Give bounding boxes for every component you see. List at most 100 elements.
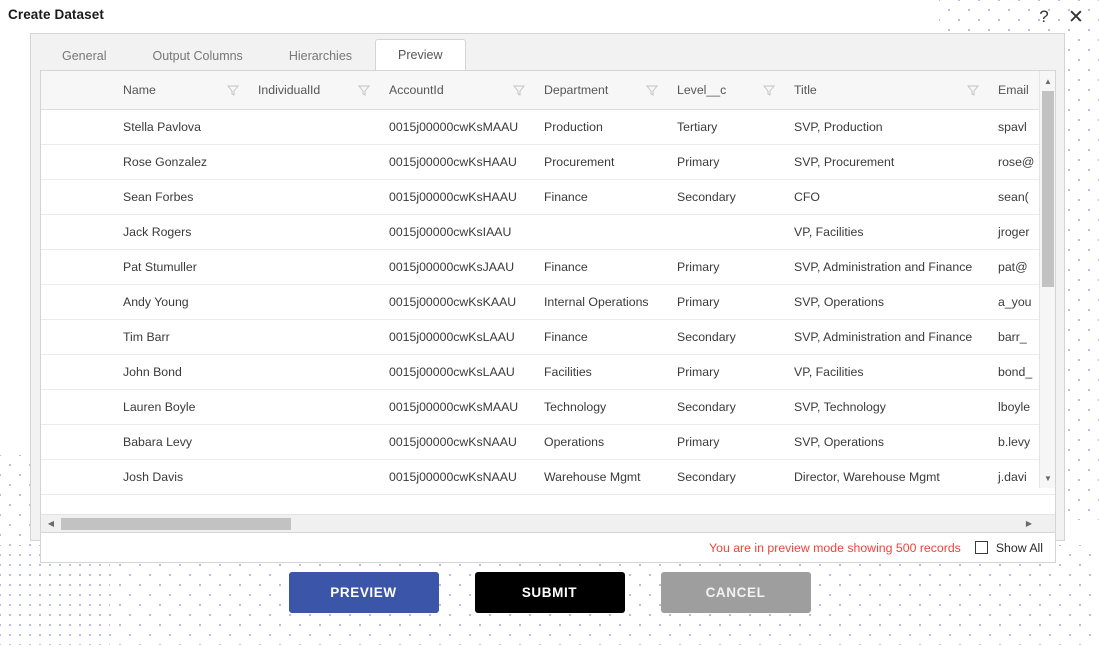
row-gutter-cell [41, 354, 113, 390]
cell-title: VP, Facilities [784, 354, 988, 390]
cell-accountid: 0015j00000cwKsNAAU [379, 424, 534, 460]
cell-department: Technology [534, 389, 667, 425]
cell-name: Tim Barr [113, 319, 248, 355]
table-row[interactable]: John Bond 0015j00000cwKsLAAU Facilities Pri… [41, 354, 1055, 390]
cell-individualid [248, 389, 379, 425]
column-header-label: Email [998, 83, 1029, 97]
cell-level: Tertiary [667, 109, 784, 145]
cell-individualid [248, 249, 379, 285]
grid-viewport: Name IndividualId AccountId Department L… [41, 71, 1055, 503]
cell-department [534, 214, 667, 250]
table-row[interactable]: Tim Barr 0015j00000cwKsLAAU Finance Seconda… [41, 319, 1055, 355]
tab-preview[interactable]: Preview [375, 39, 466, 70]
cell-name: Rose Gonzalez [113, 144, 248, 180]
cell-department: Warehouse Mgmt [534, 459, 667, 495]
row-gutter-cell [41, 424, 113, 460]
tab-output-columns[interactable]: Output Columns [129, 40, 265, 70]
dialog-panel: General Output Columns Hierarchies Previ… [30, 33, 1065, 563]
cell-individualid [248, 354, 379, 390]
help-icon[interactable]: ? [1033, 6, 1055, 28]
row-gutter-cell [41, 109, 113, 145]
submit-button[interactable]: SUBMIT [474, 572, 625, 613]
horizontal-scrollbar[interactable]: ◀ ▶ [41, 514, 1055, 532]
close-icon[interactable]: ✕ [1065, 6, 1087, 28]
cell-name: Sean Forbes [113, 179, 248, 215]
tab-general[interactable]: General [39, 40, 129, 70]
cell-individualid [248, 144, 379, 180]
scroll-right-icon[interactable]: ▶ [1021, 515, 1037, 532]
column-header-name[interactable]: Name [113, 71, 248, 110]
cell-name: Andy Young [113, 284, 248, 320]
table-row[interactable]: Sean Forbes 0015j00000cwKsHAAU Finance Seco… [41, 179, 1055, 215]
cell-department: Procurement [534, 144, 667, 180]
row-gutter-cell [41, 249, 113, 285]
column-header-title[interactable]: Title [784, 71, 988, 110]
tab-bar: General Output Columns Hierarchies Previ… [31, 34, 1064, 70]
filter-icon[interactable] [512, 83, 526, 97]
vertical-scrollbar-thumb[interactable] [1042, 91, 1054, 287]
cell-level: Primary [667, 424, 784, 460]
cell-name: Jack Rogers [113, 214, 248, 250]
show-all-checkbox[interactable] [974, 541, 988, 554]
row-gutter-cell [41, 319, 113, 355]
dialog-titlebar: Create Dataset ? ✕ [0, 0, 1099, 32]
cell-title: CFO [784, 179, 988, 215]
scroll-down-icon[interactable]: ▼ [1040, 470, 1056, 486]
cell-title: Director, Warehouse Mgmt [784, 459, 988, 495]
cell-department: Facilities [534, 354, 667, 390]
column-header-department[interactable]: Department [534, 71, 667, 110]
data-table: Name IndividualId AccountId Department L… [41, 71, 1055, 495]
show-all-label[interactable]: Show All [996, 541, 1043, 555]
cell-individualid [248, 459, 379, 495]
tab-hierarchies[interactable]: Hierarchies [266, 40, 375, 70]
scroll-up-icon[interactable]: ▲ [1040, 73, 1056, 89]
cell-level: Primary [667, 354, 784, 390]
row-gutter-cell [41, 144, 113, 180]
cell-department: Operations [534, 424, 667, 460]
table-row[interactable]: Stella Pavlova 0015j00000cwKsMAAU Producti… [41, 109, 1055, 145]
cell-individualid [248, 424, 379, 460]
cell-level: Secondary [667, 179, 784, 215]
vertical-scrollbar[interactable]: ▲ ▼ [1039, 71, 1055, 488]
cell-department: Finance [534, 249, 667, 285]
filter-icon[interactable] [762, 83, 776, 97]
column-header-label: Level__c [677, 83, 727, 97]
cell-title: SVP, Administration and Finance [784, 319, 988, 355]
cell-accountid: 0015j00000cwKsKAAU [379, 284, 534, 320]
column-header-level[interactable]: Level__c [667, 71, 784, 110]
table-row[interactable]: Babara Levy 0015j00000cwKsNAAU Operations P… [41, 424, 1055, 460]
column-header-label: Title [794, 83, 817, 97]
row-gutter-cell [41, 459, 113, 495]
table-row[interactable]: Rose Gonzalez 0015j00000cwKsHAAU Procureme… [41, 144, 1055, 180]
row-gutter-cell [41, 214, 113, 250]
cell-title: SVP, Operations [784, 284, 988, 320]
column-header-individualid[interactable]: IndividualId [248, 71, 379, 110]
preview-mode-message: You are in preview mode showing 500 reco… [709, 540, 961, 555]
horizontal-scrollbar-thumb[interactable] [61, 518, 291, 530]
table-row[interactable]: Pat Stumuller 0015j00000cwKsJAAU Finance Pr… [41, 249, 1055, 285]
cell-name: Babara Levy [113, 424, 248, 460]
dialog-footer: PREVIEW SUBMIT CANCEL [0, 570, 1099, 615]
table-row[interactable]: Josh Davis 0015j00000cwKsNAAU Warehouse Mg… [41, 459, 1055, 495]
column-header-accountid[interactable]: AccountId [379, 71, 534, 110]
table-row[interactable]: Jack Rogers 0015j00000cwKsIAAU VP, Facilit… [41, 214, 1055, 250]
filter-icon[interactable] [966, 83, 980, 97]
cell-name: Stella Pavlova [113, 109, 248, 145]
preview-data-grid: Name IndividualId AccountId Department L… [40, 70, 1056, 533]
cell-title: SVP, Production [784, 109, 988, 145]
column-header-label: Name [123, 83, 156, 97]
cell-accountid: 0015j00000cwKsMAAU [379, 389, 534, 425]
cell-department: Internal Operations [534, 284, 667, 320]
table-header-row: Name IndividualId AccountId Department L… [41, 71, 1055, 110]
table-row[interactable]: Lauren Boyle 0015j00000cwKsMAAU Technology… [41, 389, 1055, 425]
cell-individualid [248, 214, 379, 250]
scroll-left-icon[interactable]: ◀ [43, 515, 59, 532]
preview-button[interactable]: PREVIEW [288, 572, 439, 613]
table-row[interactable]: Andy Young 0015j00000cwKsKAAU Internal Ope… [41, 284, 1055, 320]
cell-department: Finance [534, 179, 667, 215]
filter-icon[interactable] [357, 83, 371, 97]
cell-department: Production [534, 109, 667, 145]
cancel-button[interactable]: CANCEL [660, 572, 811, 613]
filter-icon[interactable] [645, 83, 659, 97]
filter-icon[interactable] [226, 83, 240, 97]
